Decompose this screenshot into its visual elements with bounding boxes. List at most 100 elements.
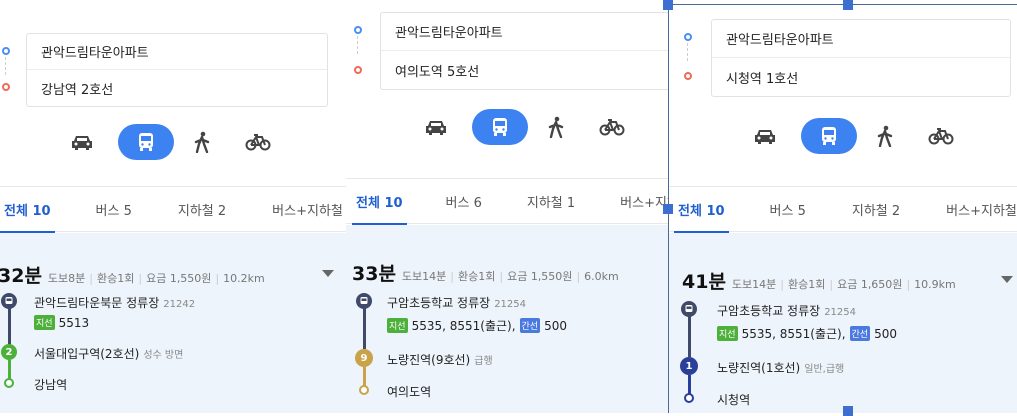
origin-input[interactable]: 관악드림타운아파트 <box>381 13 668 51</box>
bus-stop-icon <box>1 293 17 309</box>
destination-marker-icon <box>684 72 692 80</box>
car-icon <box>754 127 776 145</box>
transfer-station: 노량진역(1호선)일반,급행 <box>717 359 844 376</box>
bicycle-mode-button[interactable] <box>584 109 640 145</box>
subway-line-9-icon: 9 <box>355 349 373 367</box>
bus-stop-icon <box>356 293 372 309</box>
resize-handle[interactable] <box>663 204 673 214</box>
boarding-stop: 구암초등학교 정류장21254 <box>717 302 856 319</box>
transport-mode-selector <box>737 116 969 156</box>
tab-all[interactable]: 전체 10 <box>4 186 51 232</box>
transfer-count: 환승1회 <box>458 270 495 283</box>
tab-bus[interactable]: 버스 5 <box>770 186 806 232</box>
bus-routes: 지선5535, 8551(출근),간선500 <box>717 325 897 342</box>
distance: 10.2km <box>223 272 265 285</box>
fare: 요금 1,650원 <box>837 278 902 291</box>
resize-handle[interactable] <box>843 0 853 10</box>
route-summary: 41분 도보14분|환승1회|요금 1,650원|10.9km <box>682 267 956 294</box>
resize-handle[interactable] <box>663 0 673 10</box>
route-panel-1: 관악드림타운아파트 강남역 2호선 전체 10 버스 5 지하철 2 버스+지하… <box>0 0 346 413</box>
bus-routes: 지선5535, 8551(출근),간선500 <box>387 317 567 334</box>
fare: 요금 1,550원 <box>146 272 211 285</box>
transfer-station: 서울대입구역(2호선)성수 방면 <box>34 345 183 362</box>
origin-input[interactable]: 관악드림타운아파트 <box>27 34 327 70</box>
expand-caret-icon[interactable] <box>322 270 334 277</box>
boarding-stop: 관악드림타운북문 정류장21242 <box>34 294 195 311</box>
walk-icon <box>548 116 564 138</box>
bus-mode-button[interactable] <box>801 118 857 154</box>
bus-icon <box>819 126 839 146</box>
bicycle-icon <box>599 118 625 136</box>
car-mode-button[interactable] <box>737 118 793 154</box>
destination-input[interactable]: 강남역 2호선 <box>27 70 327 106</box>
arrival-station: 여의도역 <box>387 383 431 400</box>
bus-icon <box>490 117 510 137</box>
tab-all[interactable]: 전체 10 <box>678 186 725 232</box>
route-input-box: 관악드림타운아파트 시청역 1호선 <box>711 19 1011 97</box>
bicycle-icon <box>245 133 271 151</box>
transfer-count: 환승1회 <box>97 272 134 285</box>
origin-marker-icon <box>354 26 362 34</box>
tab-subway[interactable]: 지하철 2 <box>852 186 900 232</box>
route-type-badge: 지선 <box>387 318 408 333</box>
walk-icon <box>194 131 210 153</box>
route-input-box: 관악드림타운아파트 여의도역 5호선 <box>380 12 668 90</box>
route-type-badge: 지선 <box>34 315 55 330</box>
tab-subway[interactable]: 지하철 2 <box>178 186 226 232</box>
route-type-badge: 간선 <box>850 326 871 341</box>
tab-bus[interactable]: 버스 6 <box>446 178 482 224</box>
bus-stop-icon <box>681 301 697 317</box>
route-summary: 33분 도보14분|환승1회|요금 1,550원|6.0km <box>352 259 619 286</box>
route-summary: 32분 도보8분|환승1회|요금 1,550원|10.2km <box>0 261 265 288</box>
fare: 요금 1,550원 <box>507 270 572 283</box>
route-filter-tabs: 전체 10 버스 5 지하철 2 버스+지하철 3 <box>0 186 346 232</box>
destination-marker-icon <box>2 83 10 91</box>
tab-subway[interactable]: 지하철 1 <box>527 178 575 224</box>
transfer-station: 노량진역(9호선)급행 <box>387 351 493 368</box>
bicycle-mode-button[interactable] <box>913 118 969 154</box>
walk-icon <box>877 125 893 147</box>
expand-caret-icon[interactable] <box>1001 276 1013 283</box>
bus-routes: 지선5513 <box>34 315 89 330</box>
route-result-card[interactable]: 41분 도보14분|환승1회|요금 1,650원|10.9km 구암초등학교 정… <box>668 233 1017 413</box>
walk-mode-button[interactable] <box>857 118 913 154</box>
tab-bus-subway[interactable]: 버스+지하철 3 <box>272 186 346 232</box>
walk-mode-button[interactable] <box>528 109 584 145</box>
bicycle-mode-button[interactable] <box>230 124 286 160</box>
route-panel-2: 관악드림타운아파트 여의도역 5호선 전체 10 버스 6 지하철 1 버스+지… <box>346 0 668 413</box>
transport-mode-selector <box>408 107 640 147</box>
walk-time: 도보14분 <box>732 278 776 291</box>
tab-all[interactable]: 전체 10 <box>356 178 403 224</box>
destination-dot-icon <box>4 378 14 388</box>
travel-time: 41분 <box>682 267 726 294</box>
car-icon <box>71 133 93 151</box>
destination-input[interactable]: 여의도역 5호선 <box>381 51 668 89</box>
bus-mode-button[interactable] <box>472 109 528 145</box>
route-type-badge: 간선 <box>520 318 541 333</box>
distance: 10.9km <box>914 278 956 291</box>
tab-bus-subway[interactable]: 버스+지하철 <box>946 186 1017 232</box>
tab-bus[interactable]: 버스 5 <box>96 186 132 232</box>
transfer-count: 환승1회 <box>788 278 825 291</box>
route-filter-tabs: 전체 10 버스 6 지하철 1 버스+지하철 <box>346 178 668 224</box>
resize-handle[interactable] <box>843 406 853 416</box>
origin-input[interactable]: 관악드림타운아파트 <box>712 20 1010 58</box>
destination-dot-icon <box>359 385 369 395</box>
car-icon <box>425 118 447 136</box>
boarding-stop: 구암초등학교 정류장21254 <box>387 294 526 311</box>
bus-mode-button[interactable] <box>118 124 174 160</box>
walk-time: 도보8분 <box>48 272 85 285</box>
distance: 6.0km <box>584 270 619 283</box>
route-panel-3: 관악드림타운아파트 시청역 1호선 전체 10 버스 5 지하철 2 버스+지하… <box>668 0 1017 413</box>
origin-marker-icon <box>2 47 10 55</box>
car-mode-button[interactable] <box>54 124 110 160</box>
walk-mode-button[interactable] <box>174 124 230 160</box>
walk-time: 도보14분 <box>402 270 446 283</box>
car-mode-button[interactable] <box>408 109 464 145</box>
route-result-card[interactable]: 33분 도보14분|환승1회|요금 1,550원|6.0km 구암초등학교 정류… <box>346 225 668 413</box>
tab-bus-subway[interactable]: 버스+지하철 <box>620 178 668 224</box>
destination-dot-icon <box>684 393 694 403</box>
route-result-card[interactable]: 32분 도보8분|환승1회|요금 1,550원|10.2km 관악드림타운북문 … <box>0 233 346 413</box>
destination-input[interactable]: 시청역 1호선 <box>712 58 1010 96</box>
destination-marker-icon <box>354 66 362 74</box>
